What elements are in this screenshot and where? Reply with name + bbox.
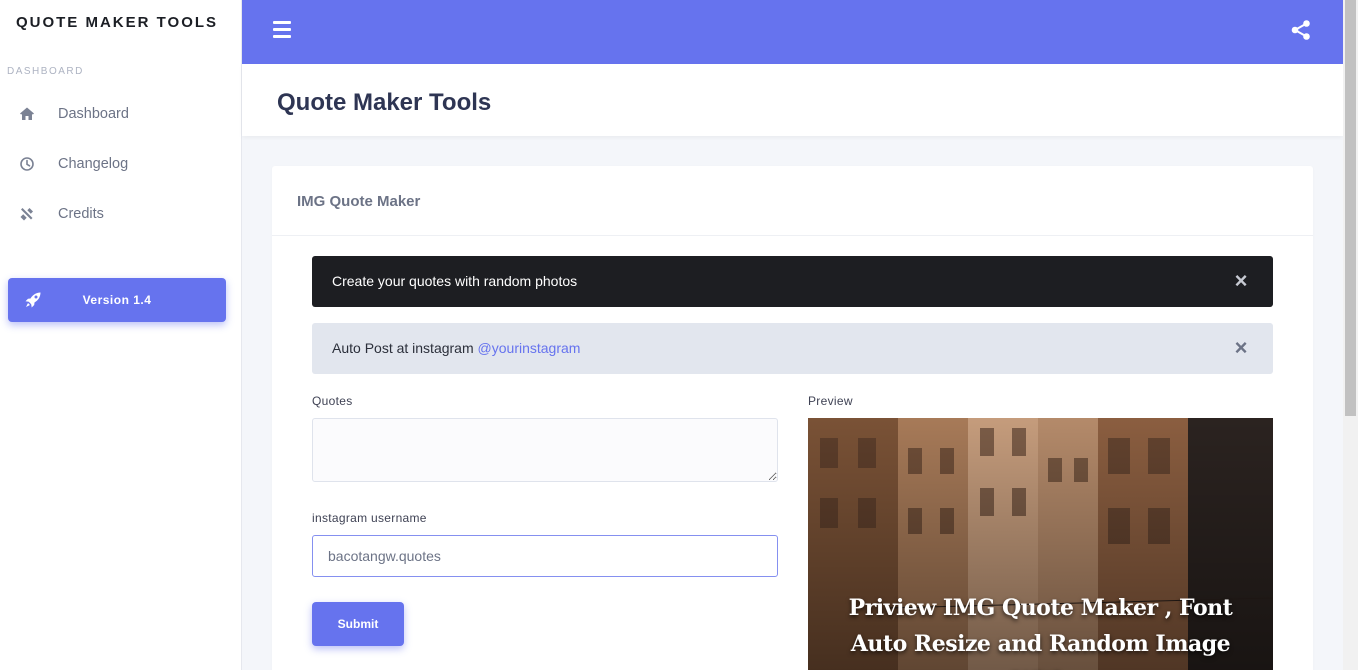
scrollbar[interactable]: [1343, 0, 1358, 670]
instagram-link[interactable]: @yourinstagram: [478, 340, 581, 356]
scrollbar-thumb[interactable]: [1345, 0, 1356, 416]
brand-logo[interactable]: QUOTE MAKER TOOLS: [0, 14, 234, 31]
topbar: [242, 0, 1343, 64]
close-icon[interactable]: ×: [1229, 336, 1253, 360]
version-label: Version 1.4: [82, 293, 152, 307]
sidebar-item-changelog[interactable]: Changelog: [0, 144, 242, 184]
username-label: instagram username: [312, 511, 427, 525]
submit-button[interactable]: Submit: [312, 602, 404, 646]
sidebar: QUOTE MAKER TOOLS DASHBOARD Dashboard Ch…: [0, 0, 242, 670]
preview-label: Preview: [808, 394, 853, 408]
quotes-textarea[interactable]: [312, 418, 778, 482]
quotes-label: Quotes: [312, 394, 353, 408]
clock-icon: [20, 157, 34, 171]
info-alert-light: Auto Post at instagram @yourinstagram ×: [312, 323, 1273, 374]
preview-image: Priview IMG Quote Maker , Font Auto Resi…: [808, 418, 1273, 670]
sidebar-item-label: Changelog: [58, 156, 129, 172]
hamburger-icon[interactable]: [273, 21, 291, 38]
alert-text-prefix: Auto Post at instagram: [332, 340, 478, 356]
alert-text: Create your quotes with random photos: [332, 273, 578, 289]
tools-icon: [20, 208, 33, 221]
sidebar-item-label: Credits: [58, 206, 104, 222]
quote-maker-card: IMG Quote Maker Create your quotes with …: [272, 166, 1313, 670]
info-alert-dark: Create your quotes with random photos ×: [312, 256, 1273, 307]
card-title: IMG Quote Maker: [297, 193, 421, 210]
home-icon: [20, 107, 34, 120]
card-header: IMG Quote Maker: [272, 166, 1313, 236]
alert-text: Auto Post at instagram @yourinstagram: [332, 340, 580, 356]
nav-heading: DASHBOARD: [7, 66, 84, 77]
close-icon[interactable]: ×: [1229, 269, 1253, 293]
sidebar-item-dashboard[interactable]: Dashboard: [0, 94, 242, 134]
username-input[interactable]: [312, 535, 778, 577]
preview-overlay-text: Priview IMG Quote Maker , Font Auto Resi…: [848, 595, 1233, 670]
share-icon[interactable]: [1290, 19, 1312, 41]
sidebar-item-credits[interactable]: Credits: [0, 194, 242, 234]
version-button[interactable]: Version 1.4: [8, 278, 226, 322]
sidebar-item-label: Dashboard: [58, 106, 129, 122]
page-header: Quote Maker Tools: [242, 64, 1343, 136]
page-title: Quote Maker Tools: [277, 89, 492, 116]
